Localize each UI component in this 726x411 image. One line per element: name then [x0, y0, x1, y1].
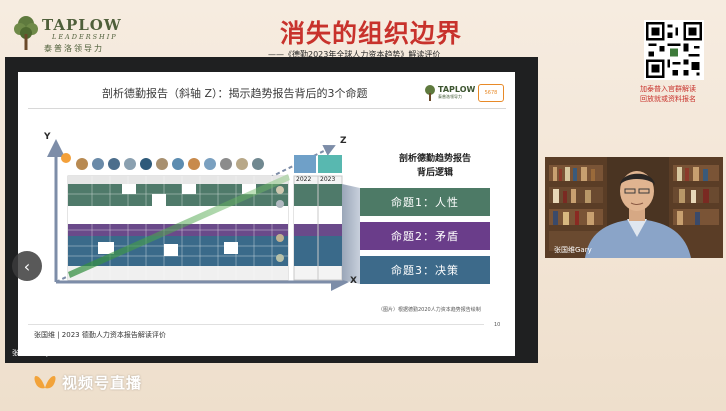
logic-heading: 剖析德勤趋势报告 背后逻辑 [380, 152, 490, 180]
tree-logo-icon [14, 16, 38, 50]
logic-heading-line-2: 背后逻辑 [416, 168, 453, 178]
badge-icon [61, 153, 71, 163]
year-2023-image [318, 155, 342, 173]
page-number: 10 [494, 322, 501, 328]
recent-years-columns [293, 175, 343, 281]
qr-code-icon [646, 22, 702, 78]
year-icon [92, 158, 104, 170]
presentation-slide: 剖析德勤报告（斜轴 Z）：揭示趋势报告背后的3个命题 TAPLOW 泰普洛领导力… [18, 72, 515, 356]
proposition-3: 命题3：决策 [360, 256, 490, 284]
year-icon [108, 158, 120, 170]
year-icon [156, 158, 168, 170]
qr-caption-2: 回放就或资料报名 [640, 95, 696, 103]
year-icon [252, 158, 264, 170]
year-icon [172, 158, 184, 170]
screen-share-speaker-label: 张国维Gary [12, 349, 50, 357]
footer-divider [28, 324, 484, 325]
z-axis-label: Z [340, 136, 347, 146]
live-label: 视频号直播 [62, 373, 143, 392]
qr-code [644, 20, 704, 80]
logo-title: TAPLOW [42, 16, 122, 34]
live-stream-bar: 视频号直播 [34, 370, 142, 394]
proposition-2: 命题2：矛盾 [360, 222, 490, 250]
source-note: （图片）根据德勤2020人力资本趋势报告绘制 [378, 307, 481, 313]
year-icon [204, 158, 216, 170]
speaker-name-label: 张国维Gary [554, 246, 592, 254]
year-2023-label: 2023 [320, 176, 336, 183]
year-icon [220, 158, 232, 170]
trend-matrix [67, 174, 290, 281]
year-2022-image [294, 155, 316, 173]
event-title: 消失的组织边界 [280, 19, 463, 48]
slide-footer: 张国维 | 2023 德勤人力资本报告解读评价 [34, 331, 166, 339]
year-icon [76, 158, 88, 170]
year-icons-row [61, 153, 342, 173]
year-2022-label: 2022 [296, 176, 312, 183]
speaker-video [545, 157, 723, 258]
funnel-connector [342, 184, 360, 284]
year-icon [188, 158, 200, 170]
previous-slide-button[interactable]: ‹ [12, 251, 42, 281]
proposition-1: 命题1：人性 [360, 188, 490, 216]
year-icon [124, 158, 136, 170]
logic-heading-line-1: 剖析德勤趋势报告 [398, 154, 471, 164]
x-axis-label: X [350, 276, 357, 286]
qr-caption-1: 加泰普入官群解读 [640, 85, 696, 93]
taplow-logo: TAPLOW LEADERSHIP 泰普洛领导力 [14, 14, 134, 56]
logo-chinese-name: 泰普洛领导力 [44, 44, 104, 53]
channels-butterfly-icon [34, 376, 56, 389]
year-icon [236, 158, 248, 170]
logo-subtitle: LEADERSHIP [52, 33, 118, 41]
y-axis-label: Y [44, 132, 51, 142]
chevron-left-icon: ‹ [23, 256, 31, 276]
year-icon [140, 158, 152, 170]
speaker-video-frame [545, 157, 723, 258]
